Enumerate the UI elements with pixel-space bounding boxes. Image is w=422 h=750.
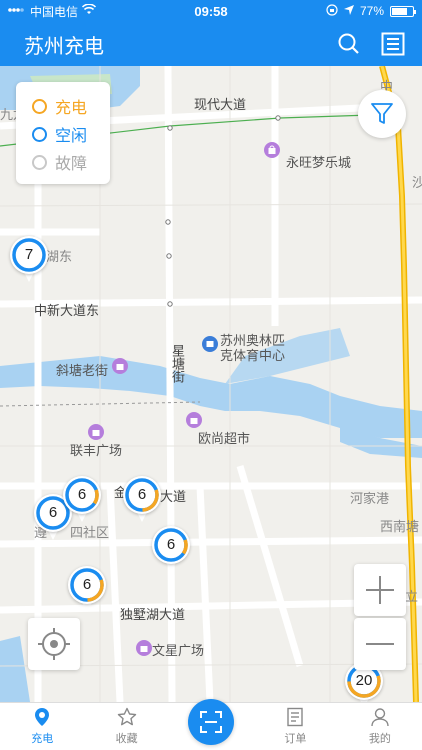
map-view[interactable]: 现代大道 九龙 永旺梦乐城 沙 中 湖东 中新大道东 苏州奥林匹 克体育中心 斜… xyxy=(0,66,422,702)
map-label-xinantang: 西南塘 xyxy=(380,519,420,534)
location-arrow-icon xyxy=(343,4,354,18)
map-label-auchan: 欧尚超市 xyxy=(198,431,251,446)
map-label-hejia: 河家港 xyxy=(350,491,390,506)
legend-label-fault: 故障 xyxy=(55,156,88,173)
station-marker[interactable]: 7 xyxy=(10,236,48,286)
battery-percent: 77% xyxy=(359,4,384,18)
stadium-poi-icon xyxy=(202,336,218,357)
search-icon xyxy=(338,33,359,54)
filter-button[interactable] xyxy=(358,90,406,138)
filter-icon xyxy=(371,103,393,124)
shopping-poi-icon xyxy=(88,424,104,445)
station-count: 7 xyxy=(24,246,34,263)
page-title: 苏州充电 xyxy=(24,35,104,58)
shopping-poi-icon xyxy=(186,412,202,433)
search-button[interactable] xyxy=(334,29,364,59)
locate-me-button[interactable] xyxy=(28,618,80,670)
map-label-yongwang: 永旺梦乐城 xyxy=(286,155,352,170)
crosshair-icon xyxy=(38,628,70,660)
tab-label-profile: 我的 xyxy=(368,733,391,745)
station-marker[interactable]: 6 xyxy=(123,476,161,526)
station-count: 6 xyxy=(82,576,92,593)
station-marker[interactable]: 6 xyxy=(152,526,190,576)
fault-status-icon xyxy=(32,154,47,170)
map-label-xietang: 斜塘老街 xyxy=(56,363,109,378)
map-label-road-frag1: 大道 xyxy=(160,489,187,504)
station-marker[interactable]: 6 xyxy=(63,476,101,526)
shopping-poi-icon xyxy=(136,640,152,661)
list-view-button[interactable] xyxy=(378,29,408,59)
map-label-hudong: 湖东 xyxy=(46,249,73,264)
legend-item-charging: 充电 xyxy=(32,92,110,120)
battery-icon xyxy=(390,5,416,17)
user-icon xyxy=(371,708,389,727)
tab-scan[interactable] xyxy=(169,699,253,750)
zoom-in-button[interactable] xyxy=(354,564,406,616)
scan-icon xyxy=(200,711,223,733)
zoom-out-button[interactable] xyxy=(354,618,406,670)
minus-icon xyxy=(366,643,394,645)
shopping-poi-icon xyxy=(264,142,280,163)
tab-profile[interactable]: 我的 xyxy=(338,703,422,750)
tab-orders[interactable]: 订单 xyxy=(253,703,337,750)
station-count: 6 xyxy=(166,536,176,553)
station-count: 6 xyxy=(137,486,147,503)
status-legend: 充电 空闲 故障 xyxy=(16,82,110,184)
legend-label-idle: 空闲 xyxy=(55,128,88,145)
map-label-dushu: 独墅湖大道 xyxy=(120,607,186,622)
scan-button[interactable] xyxy=(188,699,235,745)
signal-icon xyxy=(8,4,26,18)
charging-status-icon xyxy=(32,98,47,114)
map-label-xiandai: 现代大道 xyxy=(194,97,247,112)
legend-label-charging: 充电 xyxy=(55,100,88,117)
legend-item-idle: 空闲 xyxy=(32,120,110,148)
station-count: 6 xyxy=(77,486,87,503)
bottom-tab-bar: 充电 收藏 订单 我的 xyxy=(0,699,422,750)
map-label-sha: 沙 xyxy=(412,175,422,190)
shopping-poi-icon xyxy=(112,358,128,379)
nav-header: 苏州充电 xyxy=(0,22,422,66)
map-label-olympic-2: 克体育中心 xyxy=(220,348,286,363)
carrier-name: 中国电信 xyxy=(30,4,79,19)
orientation-lock-icon xyxy=(326,3,338,19)
tab-label-orders: 订单 xyxy=(284,733,307,745)
list-icon xyxy=(381,32,405,56)
star-icon xyxy=(117,707,136,726)
map-label-xingtang: 星塘街 xyxy=(170,344,185,383)
tab-charge[interactable]: 充电 xyxy=(0,703,84,750)
location-pin-icon xyxy=(35,708,50,726)
wifi-icon xyxy=(81,3,97,18)
station-marker[interactable]: 6 xyxy=(68,566,106,616)
plus-icon xyxy=(366,576,394,604)
app-root: 中国电信 09:58 77% 苏州充电 现代大道 九龙 永旺梦乐城 沙 中 湖东… xyxy=(0,0,422,750)
tab-favorites[interactable]: 收藏 xyxy=(84,703,168,750)
tab-label-favorites: 收藏 xyxy=(115,733,138,745)
map-label-wenxing: 文星广场 xyxy=(152,643,205,658)
tab-label-charge: 充电 xyxy=(31,733,54,745)
map-label-zhongxin: 中新大道东 xyxy=(34,303,100,318)
legend-item-fault: 故障 xyxy=(32,148,110,176)
status-bar: 中国电信 09:58 77% xyxy=(0,0,422,22)
idle-status-icon xyxy=(32,126,47,142)
clock: 09:58 xyxy=(194,3,228,19)
order-icon xyxy=(287,707,304,727)
